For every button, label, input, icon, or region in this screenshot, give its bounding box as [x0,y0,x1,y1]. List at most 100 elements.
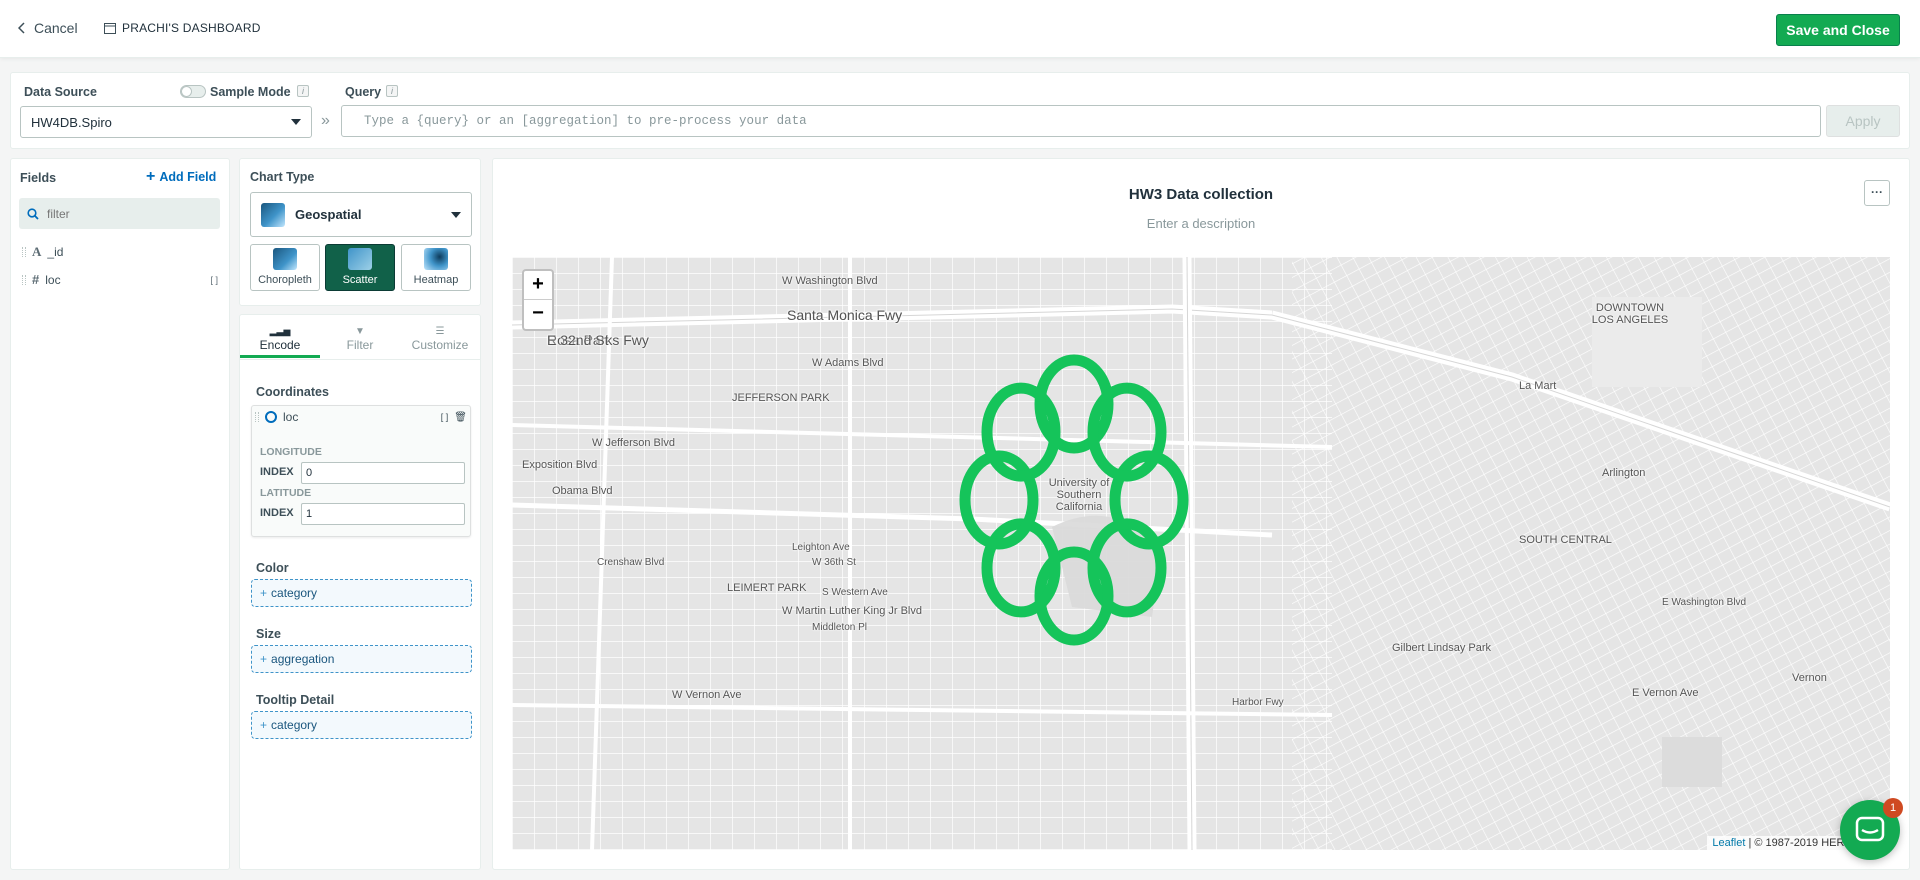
chart-menu-button[interactable]: ··· [1864,180,1890,206]
map-street-label: S Western Ave [822,587,888,598]
coord-field-name: loc [283,410,299,424]
add-field-button[interactable]: + Add Field [146,169,217,185]
sample-mode-toggle[interactable] [180,85,206,98]
scatter-button[interactable]: Scatter [325,244,395,291]
double-chevron-icon: » [321,112,330,129]
tab-label: Filter [346,338,374,352]
longitude-index-input[interactable] [301,462,465,484]
chart-type-select[interactable]: Geospatial [250,192,472,237]
tabs-divider [240,359,480,360]
chevron-left-icon [18,22,25,34]
color-dropzone[interactable]: + category [251,579,472,607]
map-street-label: Arlington [1602,467,1646,479]
tab-label: Encode [259,338,301,352]
map-street-label: W Washington Blvd [782,275,878,287]
heatmap-button[interactable]: Heatmap [401,244,471,291]
map-street-label: Santa Monica Fwy [787,307,903,323]
heatmap-icon [424,248,448,270]
coord-field-pill[interactable]: loc [ ] 🗑 [255,410,467,424]
map-street-label: Crenshaw Blvd [597,557,665,568]
coordinates-label: Coordinates [256,385,329,399]
map-street-label: La Mart [1519,380,1557,392]
latitude-index-label: INDEX [260,507,294,519]
field-name: loc [45,272,61,287]
map-street-label: W Jefferson Blvd [592,437,675,449]
map-street-label: W 36th St [812,557,856,568]
geospatial-icon [261,202,285,227]
cancel-label: Cancel [34,20,78,36]
save-and-close-button[interactable]: Save and Close [1776,14,1900,46]
map-street-label: E 32nd St [547,332,609,348]
string-type-icon: A [32,244,42,259]
map-street-label: E Vernon Ave [1632,687,1699,699]
sample-mode-label: Sample Mode [210,85,291,99]
longitude-label: LONGITUDE [260,446,322,458]
size-label: Size [256,627,282,641]
tab-filter[interactable]: ▼ Filter [320,322,400,358]
drag-handle-icon[interactable] [22,274,26,285]
sample-mode-info-icon[interactable]: i [297,85,309,97]
tooltip-dropzone[interactable]: + category [251,711,472,739]
query-info-icon[interactable]: i [386,85,398,97]
apply-button[interactable]: Apply [1826,105,1900,137]
filter-funnel-icon: ▼ [355,326,365,337]
drag-handle-icon[interactable] [22,247,26,257]
sliders-icon: ☰ [435,326,445,337]
heatmap-label: Heatmap [413,274,459,286]
toggle-knob [181,86,192,97]
size-placeholder: aggregation [271,652,335,666]
map-street-label: JEFFERSON PARK [732,392,830,404]
chat-notification-badge: 1 [1883,798,1903,818]
dashboard-breadcrumb[interactable]: PRACHI'S DASHBOARD [104,21,261,35]
cancel-button[interactable]: Cancel [18,20,78,36]
array-icon: [ ] [440,412,449,422]
chart-description[interactable]: Enter a description [492,216,1910,231]
map-street-label: Middleton Pl [812,622,868,633]
color-placeholder: category [271,586,318,600]
zoom-out-button[interactable]: − [524,300,552,329]
chart-type-value: Geospatial [295,207,362,222]
map-street-label: University of Southern California [1048,477,1110,513]
map-street-label: LEIMERT PARK [727,582,807,594]
field-item-id[interactable]: A _id [22,244,218,260]
size-dropzone[interactable]: + aggregation [251,645,472,673]
map-street-label: Gilbert Lindsay Park [1392,642,1492,654]
number-type-icon: # [32,272,40,287]
tooltip-placeholder: category [271,718,318,732]
drag-handle-icon[interactable] [255,412,259,422]
choropleth-label: Choropleth [258,274,312,286]
latitude-index-input[interactable] [301,503,465,525]
map-street-label: Leighton Ave [792,542,850,553]
trash-icon[interactable]: 🗑 [454,412,467,423]
scatter-icon [348,248,372,270]
map-canvas[interactable]: Santa Monica Fwy Rosa Parks Fwy W Washingt… [512,257,1890,850]
chart-title[interactable]: HW3 Data collection [492,186,1910,203]
plus-icon: + [260,652,268,666]
map-street-label: Exposition Blvd [522,459,598,471]
filter-input[interactable] [47,206,207,221]
map-street-label: DOWNTOWN LOS ANGELES [1591,302,1669,326]
dashboard-title: PRACHI'S DASHBOARD [122,21,261,35]
zoom-in-button[interactable]: + [524,271,552,300]
tab-customize[interactable]: ☰ Customize [400,322,480,358]
plus-icon: + [260,586,268,600]
map-street-label: W Martin Luther King Jr Blvd [782,605,922,617]
field-item-loc[interactable]: # loc [ ] [22,272,218,287]
field-filter[interactable] [19,198,220,229]
choropleth-button[interactable]: Choropleth [250,244,320,291]
dashboard-icon [104,22,116,34]
tab-encode[interactable]: ▂▃▅ Encode [240,322,320,358]
datasource-label: Data Source [24,85,97,99]
zoom-control: + − [522,269,554,331]
search-icon [27,207,39,220]
leaflet-link[interactable]: Leaflet [1712,837,1745,849]
tab-label: Customize [411,338,469,352]
map-street-label: Vernon [1792,672,1827,684]
scatter-label: Scatter [342,274,378,286]
latitude-label: LATITUDE [260,487,312,499]
add-field-label: Add Field [159,170,217,184]
datasource-select[interactable]: HW4DB.Spiro [20,106,312,138]
field-name: _id [47,245,64,259]
chevron-down-icon [291,119,301,125]
query-input[interactable] [341,105,1821,137]
